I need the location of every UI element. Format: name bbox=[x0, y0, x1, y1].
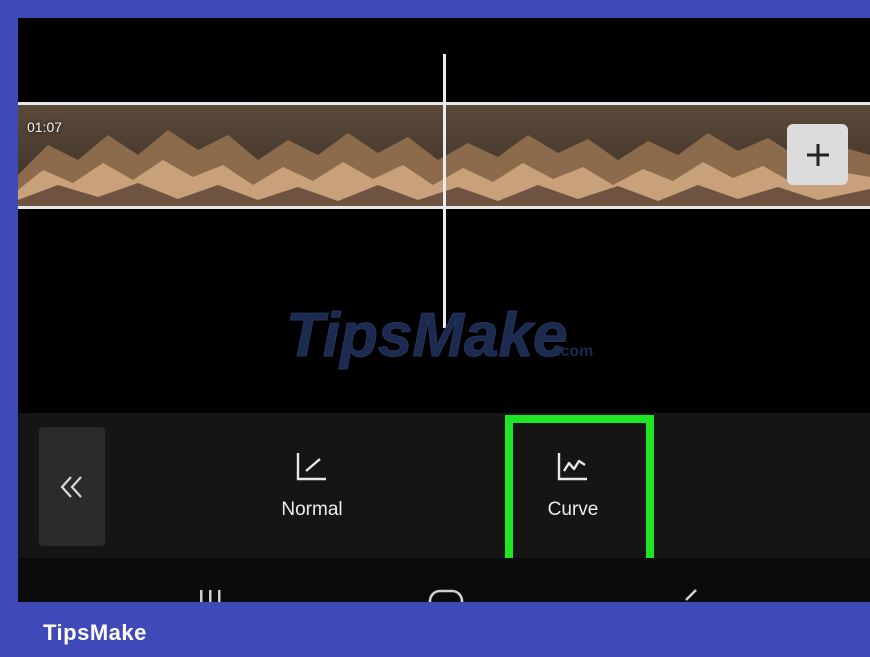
double-chevron-left-icon bbox=[60, 475, 82, 498]
timeline-area[interactable]: 01:07 TipsMake .com bbox=[18, 18, 870, 413]
system-nav-bar bbox=[18, 558, 870, 602]
playhead[interactable] bbox=[443, 54, 446, 328]
back-icon[interactable] bbox=[680, 588, 700, 602]
add-clip-button[interactable] bbox=[787, 124, 848, 185]
watermark-logo: TipsMake .com bbox=[286, 301, 593, 371]
tutorial-frame: 01:07 TipsMake .com Normal Curve TipsMak… bbox=[0, 0, 870, 657]
clip-timestamp: 01:07 bbox=[27, 119, 63, 135]
watermark-text: TipsMake bbox=[286, 301, 567, 370]
curve-highlight-box bbox=[505, 415, 654, 568]
linear-graph-icon bbox=[296, 453, 326, 481]
brand-label: TipsMake bbox=[43, 620, 147, 645]
plus-icon bbox=[806, 143, 829, 166]
collapse-panel-button[interactable] bbox=[39, 427, 105, 546]
speed-options-panel: Normal Curve bbox=[18, 413, 870, 558]
speed-option-normal[interactable]: Normal bbox=[242, 423, 382, 551]
speed-option-label-normal: Normal bbox=[281, 499, 343, 520]
video-editor-screen: 01:07 TipsMake .com Normal Curve bbox=[18, 18, 870, 602]
home-icon[interactable] bbox=[428, 588, 464, 602]
recent-apps-icon[interactable] bbox=[196, 588, 226, 602]
watermark-suffix: .com bbox=[556, 343, 593, 360]
